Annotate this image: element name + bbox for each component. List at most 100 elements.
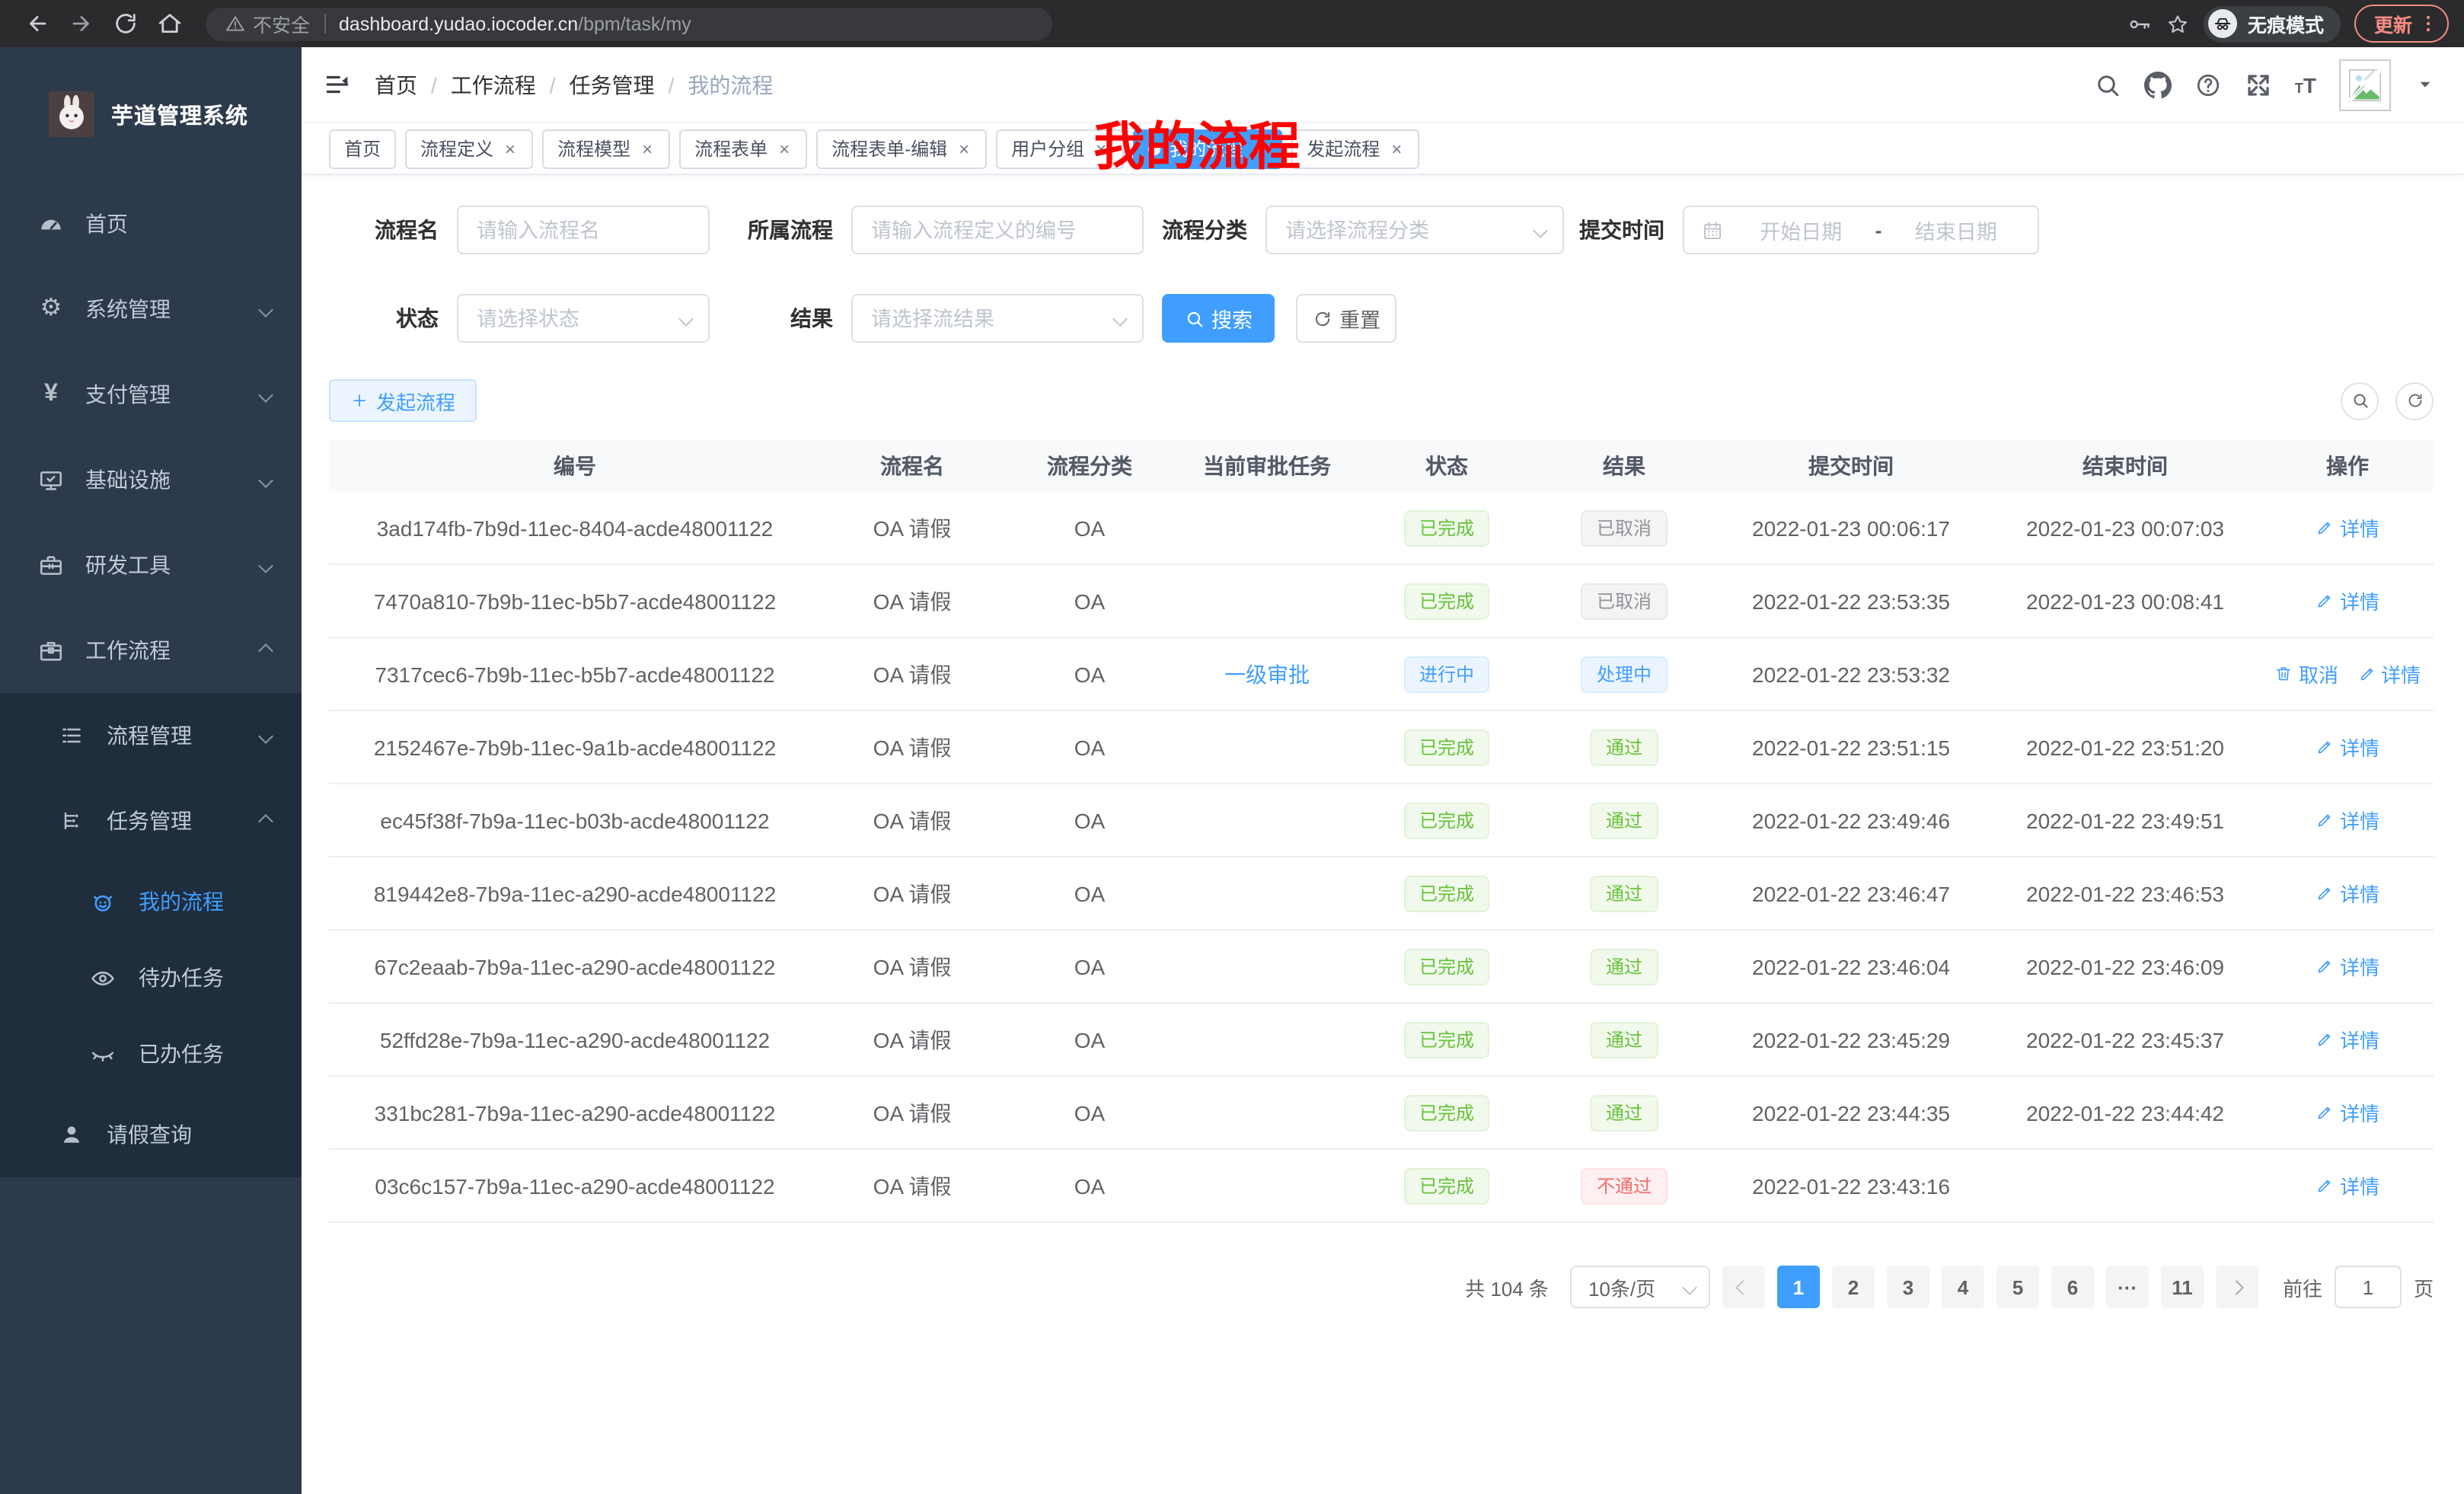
tab-view[interactable]: 发起流程× [1291, 129, 1419, 168]
detail-link[interactable]: 详情 [2357, 659, 2421, 688]
browser-reload-icon[interactable] [113, 11, 139, 37]
page-button[interactable]: 1 [1777, 1266, 1820, 1308]
cell-status: 已完成 [1358, 948, 1535, 985]
github-icon[interactable] [2144, 71, 2172, 98]
cancel-link[interactable]: 取消 [2274, 659, 2338, 688]
bookmark-star-icon[interactable] [2166, 11, 2190, 36]
detail-link[interactable]: 详情 [2316, 952, 2379, 981]
goto-page-input[interactable] [2335, 1266, 2402, 1308]
sidebar-logo[interactable]: 芋道管理系统 [0, 47, 302, 181]
cell-process-id: 819442e8-7b9a-11ec-a290-acde48001122 [329, 881, 821, 905]
breadcrumb-item[interactable]: 首页 [375, 69, 417, 100]
page-button[interactable]: 6 [2051, 1266, 2094, 1308]
status-select[interactable] [457, 294, 710, 343]
close-icon[interactable]: × [956, 139, 972, 158]
result-select-input[interactable] [853, 295, 1115, 341]
fullscreen-icon[interactable] [2245, 71, 2272, 98]
close-icon[interactable]: × [503, 139, 518, 158]
result-select[interactable] [851, 294, 1144, 343]
toggle-search-button[interactable] [2341, 381, 2379, 420]
cell-result: 通过 [1535, 802, 1713, 838]
page-button[interactable]: 2 [1832, 1266, 1875, 1308]
browser-forward-icon[interactable] [69, 11, 94, 37]
page-button[interactable]: 11 [2161, 1266, 2204, 1308]
search-button[interactable]: 搜索 [1162, 294, 1275, 343]
refresh-table-button[interactable] [2395, 381, 2434, 420]
breadcrumb-item[interactable]: 工作流程 [451, 69, 536, 100]
cell-status: 已完成 [1358, 1021, 1535, 1058]
page-size-select[interactable]: 10条/页 [1570, 1266, 1710, 1308]
detail-link[interactable]: 详情 [2316, 1171, 2379, 1200]
sidebar-item-gear[interactable]: ⚙系统管理 [0, 267, 302, 352]
column-header: 结果 [1535, 451, 1713, 481]
close-icon[interactable]: × [777, 139, 792, 158]
help-icon[interactable] [2194, 71, 2222, 98]
process-name-input[interactable] [458, 207, 708, 253]
user-menu-caret-icon[interactable] [2417, 76, 2434, 93]
detail-link[interactable]: 详情 [2316, 1098, 2379, 1127]
avatar[interactable] [2339, 59, 2391, 110]
cell-end-time: 2022-01-23 00:07:03 [1989, 516, 2261, 540]
tab-view[interactable]: 流程模型 × [542, 129, 670, 168]
incognito-badge: 无痕模式 [2204, 5, 2341, 42]
current-task-link[interactable]: 一级审批 [1224, 662, 1310, 686]
sidebar-item-gauge[interactable]: 首页 [0, 181, 302, 267]
breadcrumb-item[interactable]: 任务管理 [570, 69, 655, 100]
page-button[interactable]: 3 [1887, 1266, 1929, 1308]
next-page-button[interactable] [2216, 1266, 2258, 1308]
page-button[interactable]: 5 [1996, 1266, 2039, 1308]
detail-link[interactable]: 详情 [2316, 879, 2379, 908]
close-icon[interactable]: × [1389, 139, 1404, 158]
date-range-picker[interactable]: 开始日期 - 结束日期 [1683, 206, 2039, 254]
sidebar-item-list[interactable]: 流程管理 [0, 693, 302, 778]
password-key-icon[interactable] [2127, 11, 2152, 36]
process-definition-input[interactable] [853, 207, 1142, 253]
close-icon[interactable]: × [640, 139, 655, 158]
browser-menu-icon[interactable] [2417, 12, 2440, 35]
browser-back-icon[interactable] [24, 11, 50, 37]
status-select-input[interactable] [458, 295, 681, 341]
user-icon [59, 1122, 84, 1147]
create-process-button[interactable]: 发起流程 [329, 379, 477, 422]
sidebar-item-toolbox[interactable]: 研发工具 [0, 522, 302, 608]
browser-home-icon[interactable] [157, 11, 183, 37]
tab-view[interactable]: 流程定义× [405, 129, 533, 168]
address-bar[interactable]: 不安全 dashboard.yudao.iocoder.cn/bpm/task/… [206, 7, 1052, 40]
category-select[interactable] [1266, 206, 1564, 254]
start-date-placeholder[interactable]: 开始日期 [1736, 215, 1866, 245]
category-select-input[interactable] [1267, 207, 1535, 253]
sidebar-item-eyeclosed[interactable]: 已办任务 [0, 1016, 302, 1092]
sidebar-item-flow[interactable]: 任务管理 [0, 778, 302, 864]
detail-link[interactable]: 详情 [2316, 586, 2379, 615]
collapse-sidebar-button[interactable] [323, 70, 352, 99]
broken-image-icon [2348, 68, 2382, 101]
table-row: ec45f38f-7b9a-11ec-b03b-acde48001122OA 请… [329, 784, 2434, 857]
tab-view[interactable]: 流程表单× [679, 129, 807, 168]
end-date-placeholder[interactable]: 结束日期 [1891, 215, 2022, 245]
detail-link[interactable]: 详情 [2316, 806, 2379, 835]
result-badge: 已取消 [1581, 509, 1667, 546]
sidebar-item-eye[interactable]: 待办任务 [0, 940, 302, 1016]
detail-link[interactable]: 详情 [2316, 733, 2379, 761]
sidebar-item-user[interactable]: 请假查询 [0, 1092, 302, 1177]
sidebar-item-yen[interactable]: ¥支付管理 [0, 352, 302, 437]
sidebar-item-briefcase[interactable]: 工作流程 [0, 608, 302, 693]
detail-link[interactable]: 详情 [2316, 1025, 2379, 1054]
reset-button[interactable]: 重置 [1296, 294, 1396, 343]
chevron-up-icon [258, 813, 273, 828]
tab-view[interactable]: 流程表单-编辑× [816, 129, 987, 168]
browser-update-button[interactable]: 更新 [2354, 5, 2449, 43]
not-secure-warning-icon[interactable] [225, 14, 245, 34]
tab-view[interactable]: 首页 [329, 129, 396, 168]
more-pages-button[interactable]: ··· [2106, 1266, 2149, 1308]
sidebar-item-monitor[interactable]: 基础设施 [0, 437, 302, 522]
sidebar-item-robot[interactable]: 我的流程 [0, 864, 302, 940]
cell-submit-time: 2022-01-22 23:46:04 [1713, 954, 1989, 978]
search-icon[interactable] [2094, 71, 2121, 98]
detail-link-label: 详情 [2340, 1025, 2379, 1054]
page-button[interactable]: 4 [1942, 1266, 1984, 1308]
prev-page-button[interactable] [1722, 1266, 1765, 1308]
detail-link[interactable]: 详情 [2316, 513, 2379, 542]
font-size-icon[interactable]: TT [2295, 74, 2316, 95]
tab-label: 流程模型 [557, 136, 630, 161]
